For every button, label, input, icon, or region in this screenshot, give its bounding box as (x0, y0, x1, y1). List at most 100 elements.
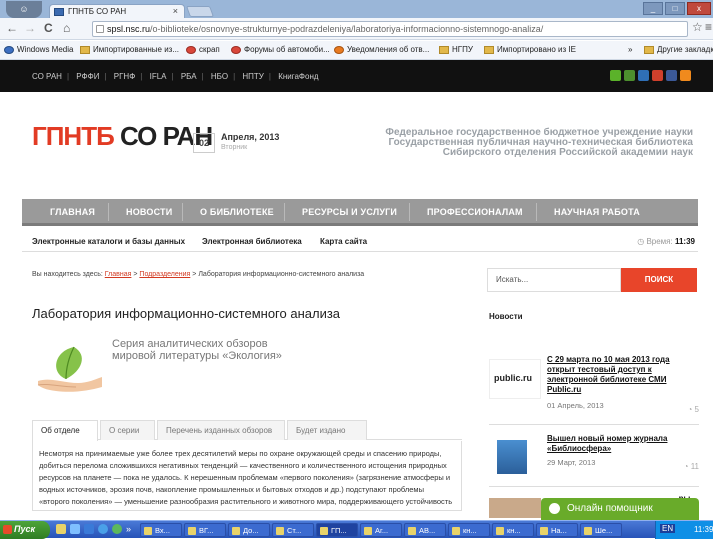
nav-news[interactable]: НОВОСТИ (126, 207, 172, 217)
subnav-sitemap[interactable]: Карта сайта (320, 237, 367, 246)
word-icon (540, 527, 548, 535)
reload-icon[interactable]: C (44, 21, 53, 35)
quick-launch-more[interactable]: » (126, 524, 131, 534)
back-arrow-icon[interactable]: ← (6, 21, 18, 35)
bookmark-item[interactable]: НГПУ (439, 45, 473, 54)
other-bookmarks[interactable]: Другие закладки (644, 45, 713, 54)
folder-icon (80, 45, 90, 54)
tab-content: Несмотря на принимаемые уже более трех д… (32, 441, 462, 511)
minimize-button[interactable]: _ (643, 2, 663, 15)
news-title[interactable]: Вышел новый номер журнала «Библиосфера» (547, 434, 699, 454)
quick-launch-icon[interactable] (112, 524, 122, 534)
comment-icon: ◔ (683, 462, 691, 471)
start-button[interactable]: Пуск (0, 521, 50, 539)
news-image (489, 498, 541, 518)
partner-link[interactable]: РГНФ (114, 72, 136, 81)
subnav-catalogs[interactable]: Электронные каталоги и базы данных (32, 237, 185, 246)
bookmark-item[interactable]: Уведомления об отв... (334, 45, 429, 54)
date-month: Апреля, 2013 (221, 132, 280, 142)
partner-link[interactable]: РФФИ (76, 72, 99, 81)
taskbar-item[interactable]: На... (536, 523, 578, 537)
bookmark-item[interactable]: Форумы об автомоби... (231, 45, 330, 54)
folder-icon (644, 45, 654, 54)
twitter-icon[interactable] (638, 70, 649, 81)
tab-published-reviews[interactable]: Перечень изданных обзоров (157, 420, 285, 440)
tab-about-series[interactable]: О серии (100, 420, 155, 440)
bookmarks-more[interactable]: » (628, 45, 632, 54)
nav-research[interactable]: НАУЧНАЯ РАБОТА (554, 207, 640, 217)
app-icon[interactable] (624, 70, 635, 81)
partner-link[interactable]: СО РАН (32, 72, 62, 81)
divider (489, 424, 699, 425)
youtube-icon[interactable] (652, 70, 663, 81)
language-indicator[interactable]: EN (660, 524, 676, 533)
news-item[interactable]: Вышел новый номер журнала «Библиосфера» … (489, 434, 699, 478)
taskbar-item[interactable]: До... (228, 523, 270, 537)
system-tray: EN 11:39 (655, 521, 713, 539)
taskbar-item[interactable]: кн... (448, 523, 490, 537)
site-tagline: Федеральное государственное бюджетное уч… (385, 127, 693, 158)
subnav-elibrary[interactable]: Электронная библиотека (202, 237, 302, 246)
taskbar-item[interactable]: Вх... (140, 523, 182, 537)
site-logo[interactable]: ГПНТБ СО РАН (32, 121, 213, 152)
search-button[interactable]: ПОИСК (621, 268, 697, 292)
menu-icon[interactable]: ≡ (705, 20, 712, 34)
partner-link[interactable]: РБА (181, 72, 197, 81)
bookmark-star-icon[interactable]: ☆ (692, 20, 703, 34)
taskbar-item[interactable]: Ст... (272, 523, 314, 537)
browser-toolbar: ← → C ⌂ spsl.nsc.ru/o-biblioteke/osnovny… (0, 18, 713, 40)
android-icon[interactable] (610, 70, 621, 81)
url-path: /o-biblioteke/osnovnye-strukturnye-podra… (150, 24, 544, 34)
facebook-icon[interactable] (666, 70, 677, 81)
browser-user-icon[interactable]: ☺ (6, 1, 42, 18)
bookmark-item[interactable]: Импортировано из IE (484, 45, 576, 54)
home-icon[interactable]: ⌂ (63, 21, 70, 35)
news-title[interactable]: С 29 марта по 10 мая 2013 года открыт те… (547, 355, 699, 395)
close-tab-icon[interactable]: × (173, 6, 178, 16)
partner-link[interactable]: КнигаФонд (278, 72, 318, 81)
site-top-bar: СО РАН | РФФИ | РГНФ | IFLA | РБА | НБО | НПТУ… (0, 60, 713, 92)
quick-launch-icon[interactable] (70, 524, 80, 534)
partner-link[interactable]: IFLA (150, 72, 167, 81)
windows-taskbar: Пуск » Вх... ВГ... До... Ст... ГП... Аг.… (0, 520, 713, 539)
breadcrumb-home[interactable]: Главная (105, 271, 132, 278)
maximize-button[interactable]: □ (665, 2, 685, 15)
nav-resources[interactable]: РЕСУРСЫ И УСЛУГИ (302, 207, 397, 217)
tab-upcoming[interactable]: Будет издано (287, 420, 367, 440)
bookmark-item[interactable]: Windows Media (4, 45, 73, 54)
news-item[interactable]: public.ru С 29 марта по 10 мая 2013 года… (489, 355, 699, 415)
tray-clock: 11:39 (694, 525, 713, 534)
bookmark-icon (186, 45, 196, 54)
breadcrumb-section[interactable]: Подразделения (139, 271, 190, 278)
taskbar-item[interactable]: Аг... (360, 523, 402, 537)
taskbar-item[interactable]: Ше... (580, 523, 622, 537)
taskbar-item[interactable]: АВ... (404, 523, 446, 537)
quick-launch-icon[interactable] (84, 524, 94, 534)
sub-navigation: Электронные каталоги и базы данных Элект… (22, 232, 698, 252)
nav-professionals[interactable]: ПРОФЕССИОНАЛАМ (427, 207, 523, 217)
bookmark-item[interactable]: скрап (186, 45, 220, 54)
new-tab-button[interactable] (185, 6, 215, 17)
search-input[interactable]: Искать... (487, 268, 621, 292)
online-helper-button[interactable]: Онлайн помощник (541, 498, 699, 520)
rss-icon[interactable] (680, 70, 691, 81)
taskbar-item[interactable]: кн... (492, 523, 534, 537)
address-bar[interactable]: spsl.nsc.ru/o-biblioteke/osnovnye-strukt… (92, 21, 688, 37)
close-window-button[interactable]: x (687, 2, 711, 15)
bookmark-icon (334, 45, 344, 54)
nav-about[interactable]: О БИБЛИОТЕКЕ (200, 207, 274, 217)
taskbar-item[interactable]: ВГ... (184, 523, 226, 537)
partner-link[interactable]: НПТУ (242, 72, 264, 81)
news-comment-count: ◔ 11 (683, 462, 699, 471)
quick-launch-icon[interactable] (98, 524, 108, 534)
browser-tab-strip: ☺ ГПНТБ СО РАН × _ □ x (0, 0, 713, 19)
partner-link[interactable]: НБО (211, 72, 228, 81)
tab-about-department[interactable]: Об отделе (32, 420, 98, 441)
taskbar-item-active[interactable]: ГП... (316, 523, 358, 537)
tab-title: ГПНТБ СО РАН (68, 7, 127, 16)
bookmark-item[interactable]: Импортированные из... (80, 45, 179, 54)
quick-launch-icon[interactable] (56, 524, 66, 534)
browser-tab[interactable]: ГПНТБ СО РАН × (49, 4, 185, 19)
forward-arrow-icon[interactable]: → (24, 21, 36, 35)
nav-home[interactable]: ГЛАВНАЯ (50, 207, 95, 217)
